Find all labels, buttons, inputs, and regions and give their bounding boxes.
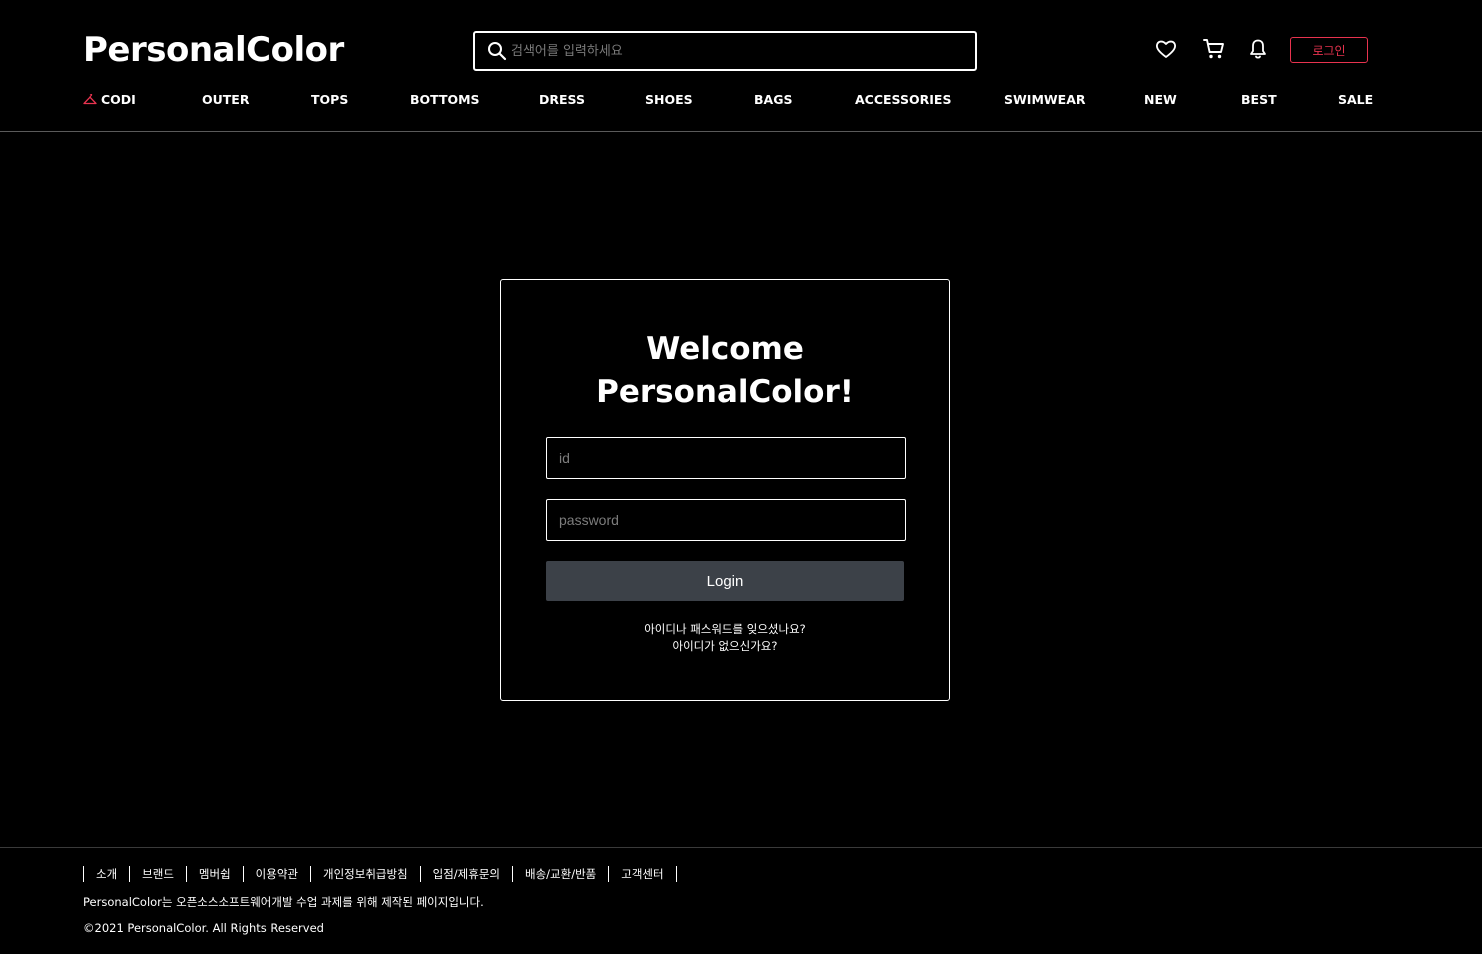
nav-item-sale[interactable]: SALE bbox=[1338, 92, 1373, 107]
footer-description: PersonalColor는 오픈소스소프트웨어개발 수업 과제를 위해 제작된… bbox=[83, 895, 484, 909]
footer-link-privacy[interactable]: 개인정보취급방침 bbox=[310, 866, 420, 882]
heart-icon[interactable] bbox=[1154, 37, 1178, 61]
login-submit-button[interactable]: Login bbox=[546, 561, 904, 601]
footer-link-shipping[interactable]: 배송/교환/반품 bbox=[512, 866, 608, 882]
footer-link-membership[interactable]: 멤버쉽 bbox=[185, 866, 243, 882]
footer-link-partnership[interactable]: 입점/제휴문의 bbox=[419, 866, 512, 882]
bell-icon[interactable] bbox=[1246, 37, 1270, 61]
login-card: Welcome PersonalColor! Login 아이디나 패스워드를 … bbox=[500, 279, 950, 701]
nav-item-codi[interactable]: CODI bbox=[83, 92, 136, 107]
nav-item-outer[interactable]: OUTER bbox=[202, 92, 249, 107]
footer-link-terms[interactable]: 이용약관 bbox=[242, 866, 310, 882]
nav-item-shoes[interactable]: SHOES bbox=[645, 92, 693, 107]
nav-item-accessories[interactable]: ACCESSORIES bbox=[855, 92, 951, 107]
search-input[interactable] bbox=[511, 33, 971, 69]
nav-item-best[interactable]: BEST bbox=[1241, 92, 1277, 107]
hanger-icon bbox=[83, 94, 97, 105]
footer-link-support[interactable]: 고객센터 bbox=[608, 866, 677, 882]
forgot-credentials-link[interactable]: 아이디나 패스워드를 잊으셨나요? bbox=[501, 621, 949, 637]
login-title-line2: PersonalColor! bbox=[596, 374, 854, 410]
footer-links: 소개 브랜드 멤버쉽 이용약관 개인정보취급방침 입점/제휴문의 배송/교환/반… bbox=[83, 866, 677, 882]
site-footer: 소개 브랜드 멤버쉽 이용약관 개인정보취급방침 입점/제휴문의 배송/교환/반… bbox=[0, 847, 1482, 954]
id-input[interactable] bbox=[546, 437, 906, 479]
footer-link-about[interactable]: 소개 bbox=[83, 866, 129, 882]
login-title-line1: Welcome bbox=[646, 331, 804, 367]
login-button[interactable]: 로그인 bbox=[1290, 37, 1368, 63]
nav-item-swimwear[interactable]: SWIMWEAR bbox=[1004, 92, 1086, 107]
footer-copyright: ©2021 PersonalColor. All Rights Reserved bbox=[83, 921, 324, 935]
search-icon[interactable] bbox=[487, 41, 507, 61]
nav-item-new[interactable]: NEW bbox=[1144, 92, 1177, 107]
category-nav: CODI OUTER TOPS BOTTOMS DRESS SHOES BAGS… bbox=[0, 92, 1482, 112]
site-header: PersonalColor 로그인 CODI OUTER TOPS BOTTOM… bbox=[0, 0, 1482, 132]
nav-item-bags[interactable]: BAGS bbox=[754, 92, 792, 107]
nav-item-tops[interactable]: TOPS bbox=[311, 92, 348, 107]
signup-link[interactable]: 아이디가 없으신가요? bbox=[501, 638, 949, 654]
nav-item-bottoms[interactable]: BOTTOMS bbox=[410, 92, 480, 107]
footer-link-brand[interactable]: 브랜드 bbox=[129, 866, 186, 882]
search-bar[interactable] bbox=[473, 31, 977, 71]
login-title: Welcome PersonalColor! bbox=[501, 328, 949, 414]
nav-item-label: CODI bbox=[101, 92, 136, 107]
cart-icon[interactable] bbox=[1202, 37, 1226, 61]
nav-item-dress[interactable]: DRESS bbox=[539, 92, 585, 107]
site-logo[interactable]: PersonalColor bbox=[83, 30, 344, 70]
password-input[interactable] bbox=[546, 499, 906, 541]
